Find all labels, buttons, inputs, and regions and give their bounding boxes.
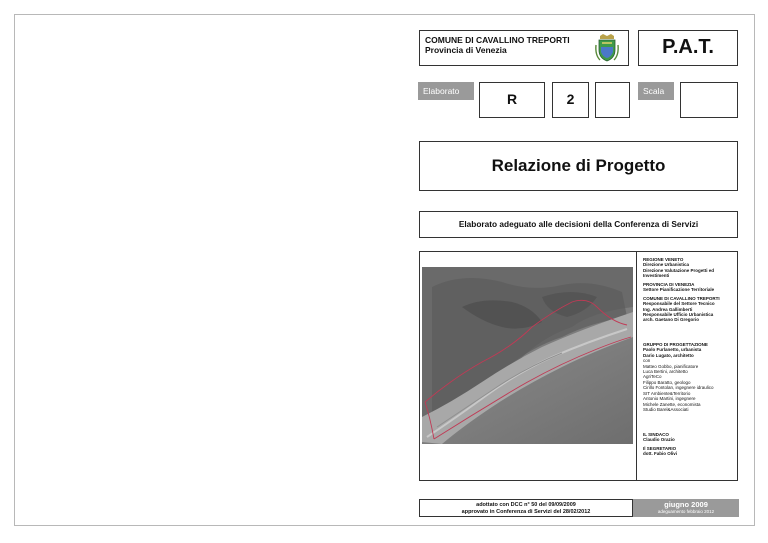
plan-name: P.A.T. [662, 36, 714, 58]
document-subtitle-box: Elaborato adeguato alle decisioni della … [419, 211, 738, 238]
credits-sindaco: IL SINDACO Claudio Orazio [643, 431, 675, 442]
document-title-box: Relazione di Progetto [419, 141, 738, 191]
approvato-text: approvato in Conferenza di Servizi del 2… [461, 508, 591, 515]
credits-gruppo: GRUPPO DI PROGETTAZIONE Paolo Furlanetto… [643, 342, 714, 412]
credits-segretario: Il SEGRETARIO dott. Fabio Olivi [643, 445, 677, 456]
credits-list: REGIONE VENETO Direzione Urbanistica Dir… [643, 257, 739, 460]
elaborato-code-empty [595, 82, 630, 118]
adottato-text: adottato con DCC n° 50 del 09/09/2009 [476, 501, 576, 508]
credits-comune: COMUNE DI CAVALLINO TREPORTI Responsabil… [643, 295, 720, 323]
aerial-photo [422, 267, 633, 444]
date-text: giugno 2009 [664, 500, 708, 509]
scala-label: Scala [638, 82, 674, 100]
coat-of-arms-icon [595, 34, 619, 62]
elaborato-code-number: 2 [552, 82, 589, 118]
comune-header-box: COMUNE DI CAVALLINO TREPORTI Provincia d… [419, 30, 629, 66]
document-title: Relazione di Progetto [491, 156, 666, 175]
date-box: giugno 2009 adeguamento febbraio 2012 [633, 499, 739, 517]
credits-provincia: PROVINCIA DI VENEZIA Settore Pianificazi… [643, 281, 715, 293]
credits-regione: REGIONE VENETO Direzione Urbanistica Dir… [643, 257, 715, 279]
document-subtitle: Elaborato adeguato alle decisioni della … [458, 219, 699, 229]
scala-value-box [680, 82, 738, 118]
elaborato-code-letter: R [479, 82, 545, 118]
adeguamento-text: adeguamento febbraio 2012 [657, 509, 715, 514]
plan-name-box: P.A.T. [638, 30, 738, 66]
elaborato-label: Elaborato [418, 82, 474, 100]
approval-box: adottato con DCC n° 50 del 09/09/2009 ap… [419, 499, 633, 517]
